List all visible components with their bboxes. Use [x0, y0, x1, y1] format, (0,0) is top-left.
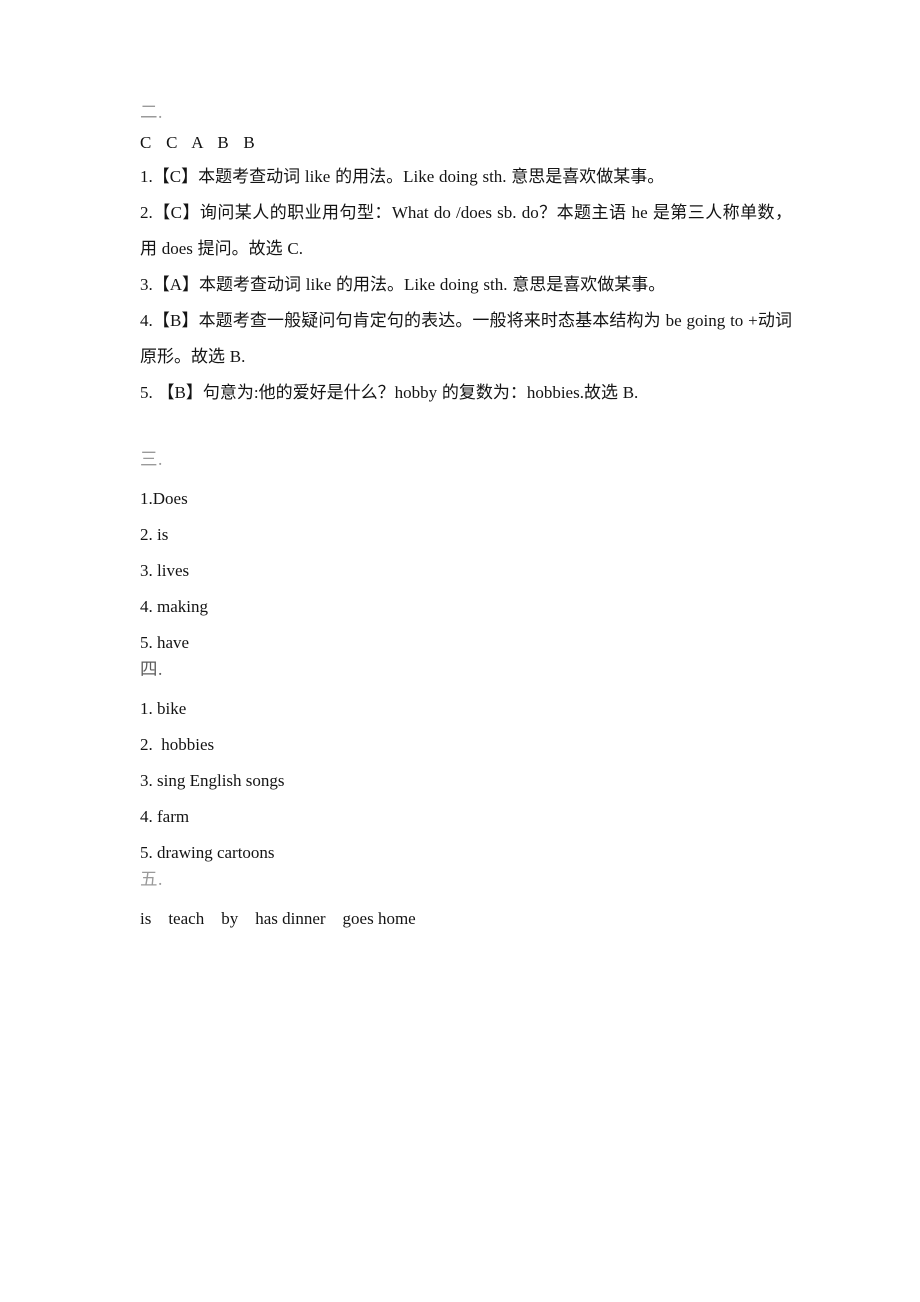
- explanation-item-1: 1.【C】本题考查动词 like 的用法。Like doing sth. 意思是…: [140, 159, 792, 195]
- explanation-text: 本题考查动词 like 的用法。Like doing sth. 意思是喜欢做某事…: [199, 275, 666, 294]
- explanation-text: 本题考查一般疑问句肯定句的表达。一般将来时态基本结构为 be going to …: [140, 311, 793, 366]
- list-item: 5. have: [140, 633, 190, 652]
- explanation-item-4: 4.【B】本题考查一般疑问句肯定句的表达。一般将来时态基本结构为 be goin…: [140, 303, 792, 375]
- explanation-item-2: 2.【C】询问某人的职业用句型：What do /does sb. do？本题主…: [140, 195, 792, 267]
- section-heading-2: 二.: [140, 102, 163, 122]
- list-item: 2. is: [140, 525, 169, 544]
- document-content: 二. C C A B B 1.【C】本题考查动词 like 的用法。Like d…: [140, 102, 792, 937]
- section-heading-4: 四.: [140, 659, 163, 679]
- answer-key-row-section-2: C C A B B: [140, 133, 256, 152]
- list-item: 4. making: [140, 597, 208, 616]
- list-item: 5. drawing cartoons: [140, 843, 275, 862]
- explanation-choice: 【C】: [152, 203, 200, 222]
- list-item: 2. hobbies: [140, 735, 215, 754]
- explanation-choice: 【A】: [152, 275, 200, 294]
- explanation-text: 本题考查动词 like 的用法。Like doing sth. 意思是喜欢做某事…: [198, 167, 665, 186]
- explanation-number: 3.: [140, 275, 153, 294]
- explanation-number: 4.: [140, 311, 153, 330]
- explanation-number: 2.: [140, 203, 153, 222]
- list-item: 4. farm: [140, 807, 190, 826]
- explanation-text: 询问某人的职业用句型：What do /does sb. do？本题主语 he …: [140, 203, 792, 258]
- list-item: 1. bike: [140, 699, 187, 718]
- explanation-choice: 【C】: [152, 167, 199, 186]
- answer-key-row-section-5: is teach by has dinner goes home: [140, 909, 416, 928]
- explanation-number: 1.: [140, 167, 153, 186]
- explanation-text: 句意为:他的爱好是什么？hobby 的复数为：hobbies.故选 B.: [202, 383, 639, 402]
- explanation-item-5: 5. 【B】句意为:他的爱好是什么？hobby 的复数为：hobbies.故选 …: [140, 375, 792, 411]
- explanation-item-3: 3.【A】本题考查动词 like 的用法。Like doing sth. 意思是…: [140, 267, 792, 303]
- explanation-choice: 【B】: [157, 383, 203, 402]
- list-item: 1.Does: [140, 489, 188, 508]
- section-heading-5: 五.: [140, 869, 163, 889]
- explanation-choice: 【B】: [152, 311, 199, 330]
- section-heading-3: 三.: [140, 449, 163, 469]
- list-item: 3. lives: [140, 561, 190, 580]
- explanation-number: 5.: [140, 383, 158, 402]
- list-item: 3. sing English songs: [140, 771, 285, 790]
- document-page: 二. C C A B B 1.【C】本题考查动词 like 的用法。Like d…: [0, 0, 920, 1302]
